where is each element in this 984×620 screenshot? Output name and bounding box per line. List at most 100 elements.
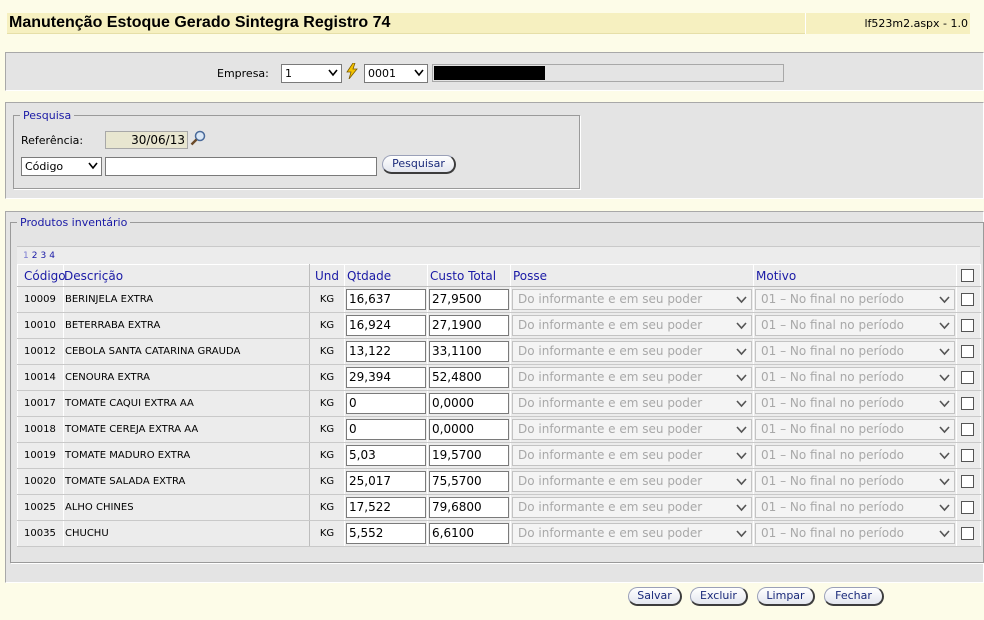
page-link-1[interactable]: 1 xyxy=(23,251,29,261)
row-checkbox[interactable] xyxy=(961,501,974,514)
qtdade-input[interactable]: 5,03 xyxy=(346,445,426,466)
custo-input[interactable]: 19,5700 xyxy=(429,445,509,466)
custo-input[interactable]: 75,5700 xyxy=(429,471,509,492)
qtdade-input[interactable]: 16,637 xyxy=(346,289,426,310)
empresa-label: Empresa: xyxy=(217,67,269,80)
page-link-2[interactable]: 2 xyxy=(32,251,38,261)
custo-input[interactable]: 0,0000 xyxy=(429,419,509,440)
filial-select[interactable]: 0001 xyxy=(364,64,428,83)
qtdade-input[interactable]: 17,522 xyxy=(346,497,426,518)
motivo-select[interactable]: 01 – No final no período xyxy=(755,419,955,440)
row-checkbox[interactable] xyxy=(961,449,974,462)
magnifier-icon[interactable] xyxy=(190,130,206,146)
custo-input[interactable]: 27,9500 xyxy=(429,289,509,310)
col-descricao[interactable]: Descrição xyxy=(63,264,310,287)
posse-value: Do informante e em seu poder xyxy=(518,318,703,332)
col-custo[interactable]: Custo Total xyxy=(427,264,511,287)
posse-select[interactable]: Do informante e em seu poder xyxy=(512,367,752,388)
und-cell: KG xyxy=(309,494,345,521)
qtdade-input[interactable]: 29,394 xyxy=(346,367,426,388)
page-link-4[interactable]: 4 xyxy=(49,251,55,261)
motivo-select[interactable]: 01 – No final no período xyxy=(755,471,955,492)
posse-select[interactable]: Do informante e em seu poder xyxy=(512,315,752,336)
und-cell: KG xyxy=(309,520,345,547)
row-checkbox[interactable] xyxy=(961,293,974,306)
pesquisar-button[interactable]: Pesquisar xyxy=(382,155,456,174)
und-cell: KG xyxy=(309,442,345,469)
posse-select[interactable]: Do informante e em seu poder xyxy=(512,471,752,492)
fechar-button[interactable]: Fechar xyxy=(824,587,884,606)
empresa-select[interactable]: 1 xyxy=(281,64,342,83)
qtdade-input[interactable]: 0 xyxy=(346,419,426,440)
table-row: 10017 TOMATE CAQUI EXTRA AA KG 0 0,0000 Do in… xyxy=(17,390,981,417)
qtdade-input[interactable]: 25,017 xyxy=(346,471,426,492)
codigo-cell: 10035 xyxy=(17,520,64,547)
motivo-cell: 01 – No final no período xyxy=(753,442,957,469)
custo-input[interactable]: 52,4800 xyxy=(429,367,509,388)
posse-select[interactable]: Do informante e em seu poder xyxy=(512,419,752,440)
col-qtdade[interactable]: Qtdade xyxy=(344,264,428,287)
row-checkbox[interactable] xyxy=(961,371,974,384)
qtdade-input[interactable]: 16,924 xyxy=(346,315,426,336)
page-link-3[interactable]: 3 xyxy=(40,251,46,261)
empresa-name-field xyxy=(432,64,784,82)
row-checkbox[interactable] xyxy=(961,475,974,488)
col-posse[interactable]: Posse xyxy=(510,264,754,287)
descricao-cell: ALHO CHINES xyxy=(63,494,310,521)
select-all-checkbox[interactable] xyxy=(961,269,974,282)
qtdade-input[interactable]: 13,122 xyxy=(346,341,426,362)
posse-select[interactable]: Do informante e em seu poder xyxy=(512,523,752,544)
chevron-down-icon xyxy=(736,400,747,408)
search-input[interactable] xyxy=(105,157,377,176)
table-row: 10010 BETERRABA EXTRA KG 16,924 27,1900 Do in… xyxy=(17,312,981,339)
codigo-cell: 10019 xyxy=(17,442,64,469)
salvar-button[interactable]: Salvar xyxy=(628,587,682,606)
motivo-select[interactable]: 01 – No final no período xyxy=(755,393,955,414)
row-checkbox[interactable] xyxy=(961,527,974,540)
und-cell: KG xyxy=(309,312,345,339)
custo-input[interactable]: 6,6100 xyxy=(429,523,509,544)
motivo-select[interactable]: 01 – No final no período xyxy=(755,315,955,336)
row-checkbox[interactable] xyxy=(961,423,974,436)
search-field-select[interactable]: Código xyxy=(21,157,102,176)
posse-select[interactable]: Do informante e em seu poder xyxy=(512,393,752,414)
descricao-cell: CHUCHU xyxy=(63,520,310,547)
empresa-select-value: 1 xyxy=(285,67,292,80)
custo-input[interactable]: 27,1900 xyxy=(429,315,509,336)
custo-input[interactable]: 79,6800 xyxy=(429,497,509,518)
posse-cell: Do informante e em seu poder xyxy=(510,364,754,391)
table-row: 10020 TOMATE SALADA EXTRA KG 25,017 75,5700 D… xyxy=(17,468,981,495)
row-checkbox[interactable] xyxy=(961,319,974,332)
posse-select[interactable]: Do informante e em seu poder xyxy=(512,497,752,518)
qtdade-input[interactable]: 0 xyxy=(346,393,426,414)
motivo-select[interactable]: 01 – No final no período xyxy=(755,367,955,388)
posse-select[interactable]: Do informante e em seu poder xyxy=(512,341,752,362)
col-codigo[interactable]: Código xyxy=(17,264,66,287)
chevron-down-icon xyxy=(736,374,747,382)
motivo-value: 01 – No final no período xyxy=(761,292,905,306)
motivo-select[interactable]: 01 – No final no período xyxy=(755,289,955,310)
posse-select[interactable]: Do informante e em seu poder xyxy=(512,445,752,466)
motivo-select[interactable]: 01 – No final no período xyxy=(755,523,955,544)
qtdade-cell: 29,394 xyxy=(344,364,428,391)
custo-input[interactable]: 0,0000 xyxy=(429,393,509,414)
posse-select[interactable]: Do informante e em seu poder xyxy=(512,289,752,310)
motivo-select[interactable]: 01 – No final no período xyxy=(755,341,955,362)
und-cell: KG xyxy=(309,468,345,495)
col-motivo[interactable]: Motivo xyxy=(753,264,957,287)
qtdade-cell: 0 xyxy=(344,390,428,417)
custo-input[interactable]: 33,1100 xyxy=(429,341,509,362)
motivo-select[interactable]: 01 – No final no período xyxy=(755,445,955,466)
motivo-select[interactable]: 01 – No final no período xyxy=(755,497,955,518)
limpar-button[interactable]: Limpar xyxy=(757,587,815,606)
row-checkbox[interactable] xyxy=(961,397,974,410)
qtdade-input[interactable]: 5,552 xyxy=(346,523,426,544)
und-cell: KG xyxy=(309,286,345,313)
posse-value: Do informante e em seu poder xyxy=(518,448,703,462)
referencia-value: 30/06/13 xyxy=(131,133,185,147)
table-header-row: Código Descrição Und Qtdade Custo Total … xyxy=(17,264,981,287)
excluir-button[interactable]: Excluir xyxy=(690,587,748,606)
row-checkbox[interactable] xyxy=(961,345,974,358)
col-und[interactable]: Und xyxy=(309,264,345,287)
lightning-icon[interactable] xyxy=(345,63,359,79)
